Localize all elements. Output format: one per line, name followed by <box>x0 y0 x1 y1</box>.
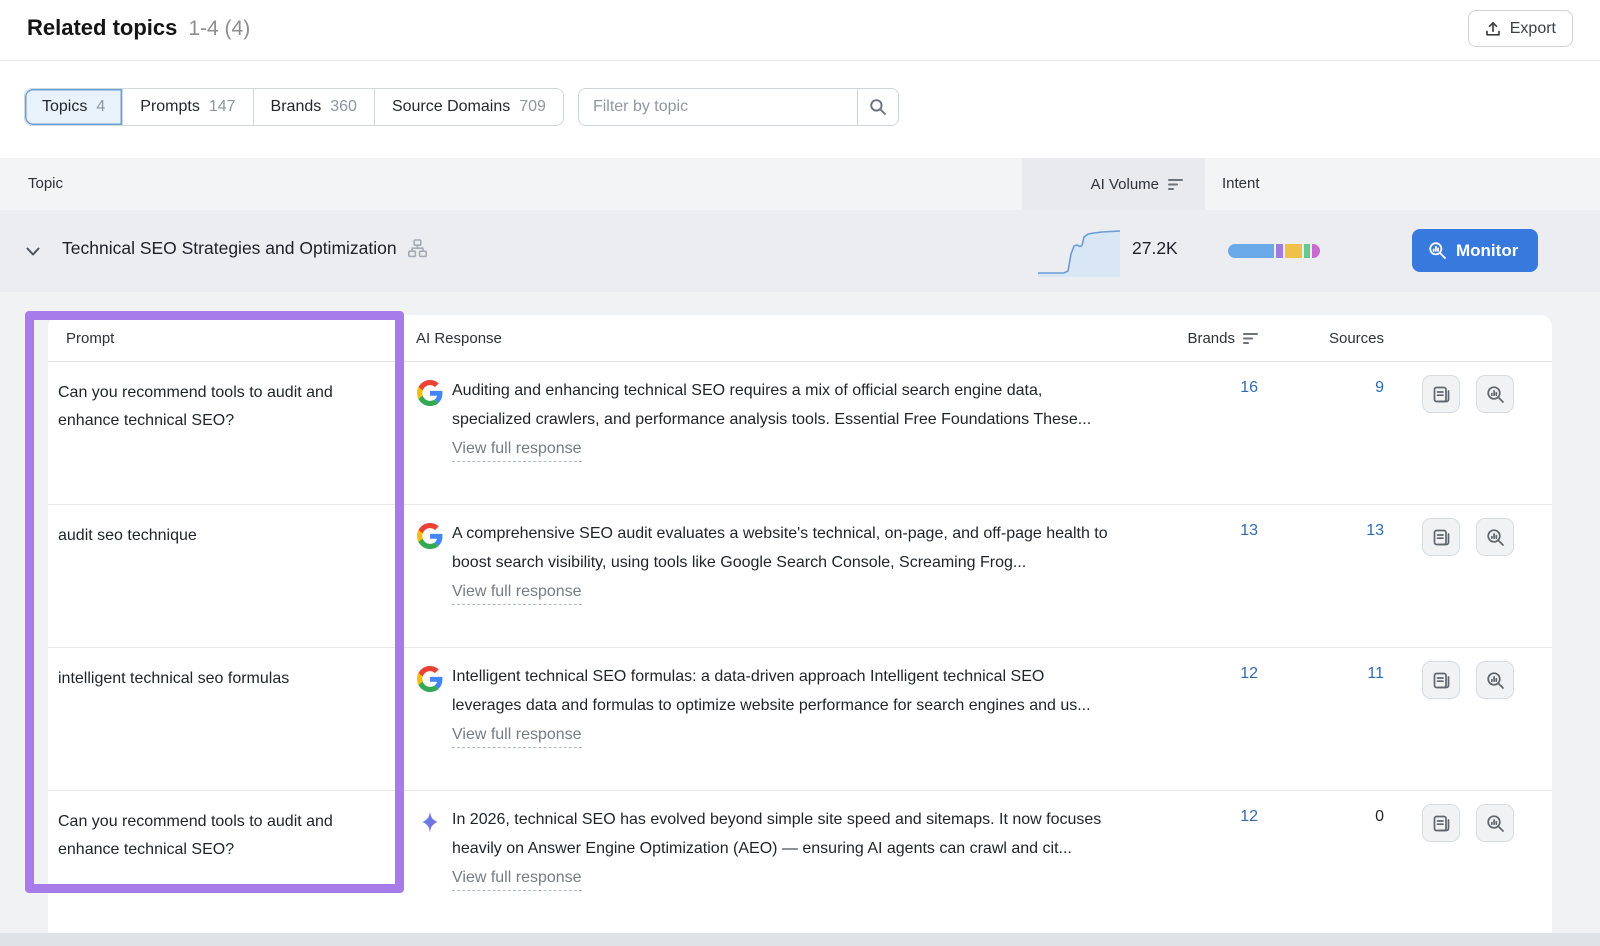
analyze-response-button[interactable] <box>1476 518 1514 556</box>
topic-title: Technical SEO Strategies and Optimizatio… <box>62 238 397 259</box>
chevron-down-icon <box>26 247 40 256</box>
tab-topics[interactable]: Topics 4 <box>25 89 123 125</box>
prompt-text: Can you recommend tools to audit and enh… <box>48 791 408 933</box>
related-topics-panel: Related topics 1-4 (4) Export Topics 4 P… <box>0 0 1600 946</box>
collapse-topic-button[interactable] <box>22 241 44 261</box>
sources-count[interactable]: 13 <box>1258 505 1384 647</box>
intent-segment <box>1276 244 1283 258</box>
ai-response-text: Intelligent technical SEO formulas: a da… <box>452 663 1114 720</box>
view-full-response-link[interactable]: View full response <box>452 440 582 462</box>
tab-source-domains[interactable]: Source Domains 709 <box>375 89 563 125</box>
gemini-sparkle-icon <box>416 808 443 835</box>
brands-count[interactable]: 12 <box>1143 791 1258 933</box>
tab-label: Topics <box>42 98 87 116</box>
intent-segment <box>1312 244 1320 258</box>
ai-response-text: A comprehensive SEO audit evaluates a we… <box>452 520 1114 577</box>
ai-response-text: In 2026, technical SEO has evolved beyon… <box>452 806 1114 863</box>
top-bar: Related topics 1-4 (4) Export <box>0 0 1600 61</box>
analyze-response-button[interactable] <box>1476 804 1514 842</box>
view-response-list-button[interactable] <box>1422 518 1460 556</box>
prompt-row: Can you recommend tools to audit and enh… <box>48 362 1552 505</box>
intent-segment <box>1228 244 1274 258</box>
sitemap-icon <box>407 238 428 259</box>
intent-bar <box>1228 244 1320 258</box>
ai-volume-value: 27.2K <box>1132 238 1178 259</box>
brands-label: Brands <box>1187 330 1235 347</box>
intent-segment <box>1304 244 1310 258</box>
topics-table-header: Topic AI Volume Intent <box>0 158 1600 210</box>
prompt-row: Can you recommend tools to audit and enh… <box>48 791 1552 933</box>
tab-count: 360 <box>330 98 357 116</box>
tab-count: 4 <box>96 98 105 116</box>
sort-descending-icon <box>1168 178 1183 191</box>
view-full-response-link[interactable]: View full response <box>452 869 582 891</box>
brands-count[interactable]: 16 <box>1143 362 1258 504</box>
monitor-button[interactable]: Monitor <box>1412 229 1538 272</box>
view-response-list-button[interactable] <box>1422 804 1460 842</box>
search-button[interactable] <box>857 89 898 125</box>
column-ai-volume[interactable]: AI Volume <box>1022 158 1205 210</box>
analyze-response-button[interactable] <box>1476 375 1514 413</box>
monitor-label: Monitor <box>1456 241 1518 261</box>
ai-volume-sparkline <box>1036 225 1121 279</box>
tab-count: 709 <box>519 98 546 116</box>
prompt-row: intelligent technical seo formulas Intel… <box>48 648 1552 791</box>
google-icon <box>416 665 443 692</box>
export-label: Export <box>1510 20 1556 38</box>
page-header: Related topics 1-4 (4) <box>27 15 250 41</box>
column-prompt: Prompt <box>48 330 408 347</box>
intent-segment <box>1285 244 1302 258</box>
column-intent: Intent <box>1222 175 1260 192</box>
google-icon <box>416 379 443 406</box>
view-response-list-button[interactable] <box>1422 661 1460 699</box>
column-topic: Topic <box>28 175 63 192</box>
sort-descending-icon <box>1243 332 1258 345</box>
topic-row[interactable]: Technical SEO Strategies and Optimizatio… <box>0 210 1600 292</box>
brands-count[interactable]: 13 <box>1143 505 1258 647</box>
tab-group: Topics 4 Prompts 147 Brands 360 Source D… <box>24 88 564 126</box>
view-response-list-button[interactable] <box>1422 375 1460 413</box>
prompts-table-header: Prompt AI Response Brands Sources <box>48 315 1552 362</box>
sources-count[interactable]: 9 <box>1258 362 1384 504</box>
analyze-response-button[interactable] <box>1476 661 1514 699</box>
tab-prompts[interactable]: Prompts 147 <box>123 89 253 125</box>
search-icon <box>869 98 887 116</box>
prompts-table: Prompt AI Response Brands Sources Can yo… <box>48 315 1552 933</box>
view-full-response-link[interactable]: View full response <box>452 583 582 605</box>
bottom-edge-strip <box>0 933 1600 946</box>
ai-volume-label: AI Volume <box>1091 176 1159 193</box>
ai-response-text: Auditing and enhancing technical SEO req… <box>452 377 1114 434</box>
page-title: Related topics <box>27 15 177 41</box>
topic-filter <box>578 88 899 126</box>
brands-count[interactable]: 12 <box>1143 648 1258 790</box>
column-brands[interactable]: Brands <box>1143 330 1258 347</box>
prompt-text: Can you recommend tools to audit and enh… <box>48 362 408 504</box>
export-icon <box>1485 21 1501 37</box>
export-button[interactable]: Export <box>1468 10 1573 47</box>
view-full-response-link[interactable]: View full response <box>452 726 582 748</box>
tab-label: Source Domains <box>392 98 510 116</box>
tab-brands[interactable]: Brands 360 <box>254 89 375 125</box>
tab-label: Brands <box>271 98 322 116</box>
prompt-row: audit seo technique A comprehensive SEO … <box>48 505 1552 648</box>
results-range: 1-4 (4) <box>188 17 250 41</box>
tab-label: Prompts <box>140 98 200 116</box>
prompt-text: audit seo technique <box>48 505 408 647</box>
column-sources: Sources <box>1258 330 1384 347</box>
monitor-magnifier-icon <box>1428 241 1447 260</box>
column-ai-response: AI Response <box>408 330 1143 347</box>
toolbar: Topics 4 Prompts 147 Brands 360 Source D… <box>24 88 899 126</box>
prompt-text: intelligent technical seo formulas <box>48 648 408 790</box>
sources-count[interactable]: 11 <box>1258 648 1384 790</box>
google-icon <box>416 522 443 549</box>
filter-input[interactable] <box>579 89 857 125</box>
sources-count: 0 <box>1258 791 1384 933</box>
tab-count: 147 <box>209 98 236 116</box>
